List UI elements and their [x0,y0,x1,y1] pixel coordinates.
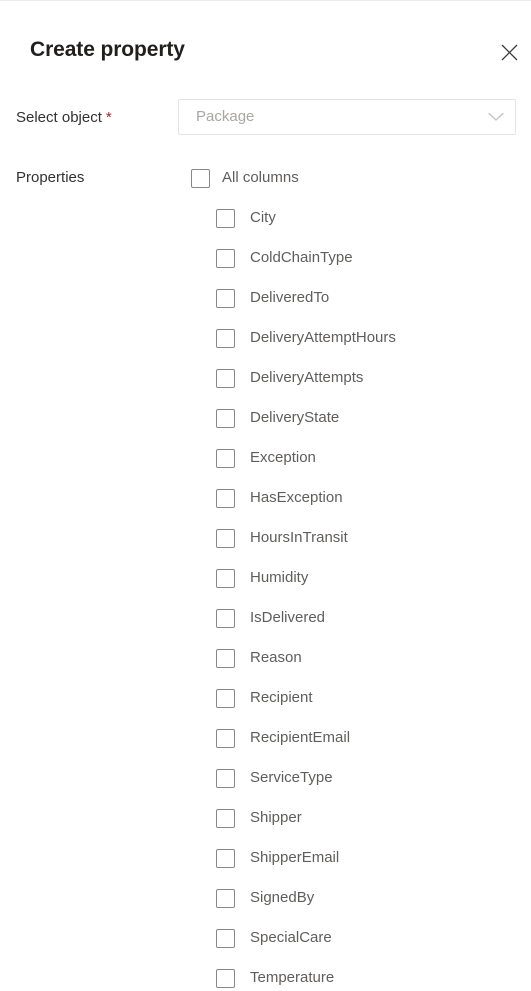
checkbox-label-property: DeliveryAttemptHours [250,329,396,346]
checkbox-row-property[interactable]: IsDelivered [216,607,325,629]
checkbox-row-property[interactable]: SpecialCare [216,927,332,949]
checkbox-row-property[interactable]: DeliveryState [216,407,339,429]
checkbox-property[interactable] [216,208,235,228]
checkbox-label-property: DeliveryAttempts [250,369,364,386]
checkbox-property[interactable] [216,288,235,308]
checkbox-row-property[interactable]: Reason [216,647,302,669]
checkbox-label-property: HasException [250,489,343,506]
checkbox-row-property[interactable]: Recipient [216,687,313,709]
checkbox-property[interactable] [216,448,235,468]
checkbox-row-property[interactable]: ServiceType [216,767,333,789]
checkbox-property[interactable] [216,328,235,348]
checkbox-label-property: Recipient [250,689,313,706]
checkbox-property[interactable] [216,648,235,668]
checkbox-property[interactable] [216,408,235,428]
checkbox-row-all-columns[interactable]: All columns [191,167,299,189]
checkbox-property[interactable] [216,488,235,508]
checkbox-property[interactable] [216,528,235,548]
checkbox-row-property[interactable]: Humidity [216,567,308,589]
checkbox-label-property: Temperature [250,969,335,986]
checkbox-property[interactable] [216,848,235,868]
checkbox-row-property[interactable]: RecipientEmail [216,727,350,749]
checkbox-label-property: RecipientEmail [250,729,351,746]
checkbox-row-property[interactable]: City [216,207,276,229]
checkbox-label-all-columns: All columns [222,169,299,186]
checkbox-property[interactable] [216,688,235,708]
properties-checkbox-list: All columns City ColdChainType DeliveredTo… [0,1,531,991]
checkbox-label-property: IsDelivered [250,609,326,626]
checkbox-row-property[interactable]: ColdChainType [216,247,353,269]
checkbox-all-columns[interactable] [191,168,210,188]
checkbox-label-property: Exception [250,449,316,466]
checkbox-label-property: Reason [250,649,302,666]
checkbox-row-property[interactable]: DeliveryAttemptHours [216,327,396,349]
checkbox-label-property: DeliveryState [250,409,340,426]
checkbox-label-property: ServiceType [250,769,333,786]
checkbox-property[interactable] [216,608,235,628]
checkbox-row-property[interactable]: DeliveredTo [216,287,329,309]
checkbox-property[interactable] [216,728,235,748]
checkbox-row-property[interactable]: DeliveryAttempts [216,367,363,389]
checkbox-label-property: DeliveredTo [250,289,330,306]
checkbox-row-property[interactable]: Exception [216,447,316,469]
create-property-panel: Create property Select object * Package P… [0,0,531,991]
checkbox-row-property[interactable]: Shipper [216,807,302,829]
checkbox-row-property[interactable]: Temperature [216,967,334,989]
checkbox-label-property: Humidity [250,569,309,586]
checkbox-property[interactable] [216,888,235,908]
checkbox-property[interactable] [216,568,235,588]
checkbox-row-property[interactable]: ShipperEmail [216,847,339,869]
checkbox-property[interactable] [216,768,235,788]
checkbox-label-property: HoursInTransit [250,529,348,546]
checkbox-property[interactable] [216,368,235,388]
checkbox-property[interactable] [216,248,235,268]
checkbox-row-property[interactable]: HoursInTransit [216,527,348,549]
checkbox-row-property[interactable]: HasException [216,487,343,509]
checkbox-label-property: ColdChainType [250,249,353,266]
checkbox-label-property: ShipperEmail [250,849,340,866]
checkbox-label-property: SignedBy [250,889,315,906]
checkbox-property[interactable] [216,928,235,948]
checkbox-label-property: SpecialCare [250,929,332,946]
checkbox-property[interactable] [216,968,235,988]
checkbox-property[interactable] [216,808,235,828]
checkbox-label-property: City [250,209,276,226]
checkbox-row-property[interactable]: SignedBy [216,887,314,909]
checkbox-label-property: Shipper [250,809,302,826]
